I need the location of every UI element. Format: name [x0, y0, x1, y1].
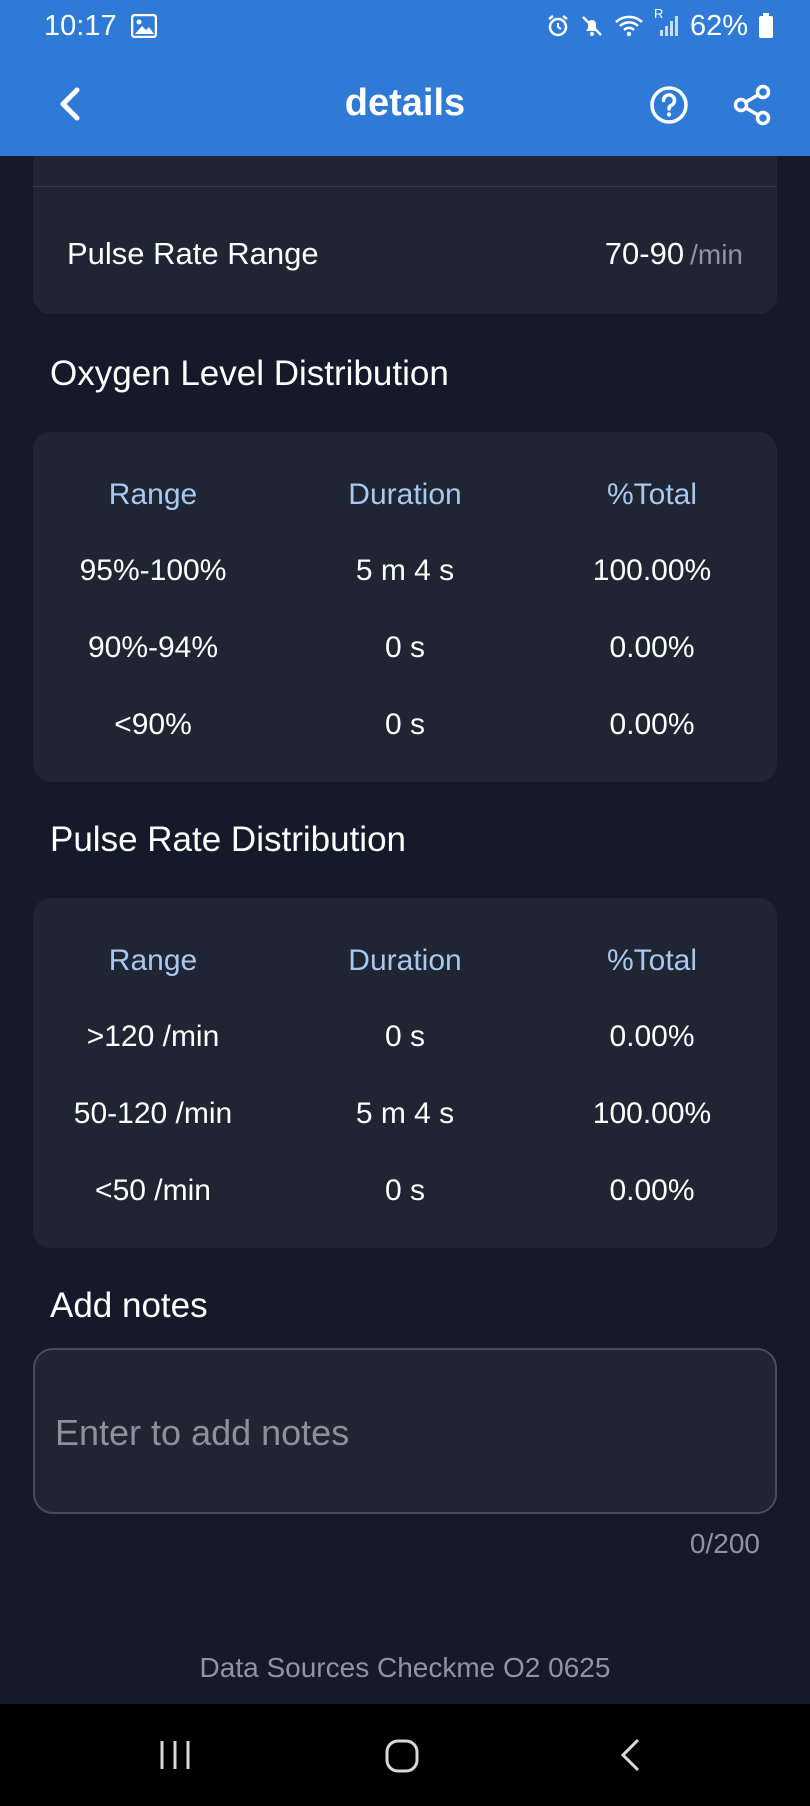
status-bar: 10:17 R 62%	[0, 0, 810, 52]
table-row: 50-120 /min 5 m 4 s 100.00%	[73, 1097, 712, 1130]
table-row: 90%-94% 0 s 0.00%	[87, 631, 695, 664]
notes-field[interactable]	[33, 1348, 777, 1514]
oxygen-distribution-table: Range Duration %Total 95%-100% 5 m 4 s 1…	[33, 432, 777, 782]
recent-apps-button[interactable]	[158, 1738, 192, 1772]
mute-icon	[580, 14, 604, 38]
share-icon	[733, 84, 771, 126]
table-header-row: Range Duration %Total	[108, 944, 698, 977]
pulse-section-title: Pulse Rate Distribution	[50, 820, 406, 859]
status-time: 10:17	[44, 9, 117, 42]
signal-icon: R	[654, 6, 680, 38]
nav-back-button[interactable]	[616, 1736, 644, 1774]
home-button[interactable]	[384, 1738, 420, 1774]
wifi-icon	[614, 14, 644, 38]
table-row: <50 /min 0 s 0.00%	[95, 1174, 695, 1207]
pulse-rate-range-value: 70-90/min	[604, 236, 743, 271]
data-source-text: Data Sources Checkme O2 0625	[199, 1652, 611, 1683]
system-nav-bar	[0, 1704, 810, 1806]
recent-apps-icon	[160, 1741, 190, 1769]
summary-card: Pulse Rate Range 70-90/min	[33, 156, 777, 314]
home-icon	[385, 1739, 419, 1773]
table-row: >120 /min 0 s 0.00%	[86, 1020, 695, 1053]
alarm-icon	[546, 14, 570, 38]
table-row: 95%-100% 5 m 4 s 100.00%	[79, 554, 712, 587]
oxygen-section-title: Oxygen Level Distribution	[50, 354, 449, 393]
table-header-row: Range Duration %Total	[108, 478, 698, 511]
image-icon	[130, 14, 157, 38]
pulse-rate-range-label: Pulse Rate Range	[67, 236, 319, 271]
share-button[interactable]	[732, 84, 772, 126]
top-bar: 10:17 R 62% details	[0, 0, 810, 156]
battery-icon	[758, 13, 774, 39]
notes-char-counter: 0/200	[689, 1528, 760, 1559]
help-button[interactable]	[648, 84, 690, 126]
pulse-distribution-table: Range Duration %Total >120 /min 0 s 0.00…	[33, 898, 777, 1248]
table-row: <90% 0 s 0.00%	[114, 708, 695, 741]
nav-back-icon	[620, 1738, 640, 1772]
notes-input[interactable]	[55, 1408, 755, 1458]
notes-section-title: Add notes	[50, 1286, 208, 1325]
app-bar: details	[0, 52, 810, 156]
divider	[33, 186, 777, 187]
help-icon	[650, 86, 688, 124]
battery-percent: 62%	[689, 9, 748, 42]
